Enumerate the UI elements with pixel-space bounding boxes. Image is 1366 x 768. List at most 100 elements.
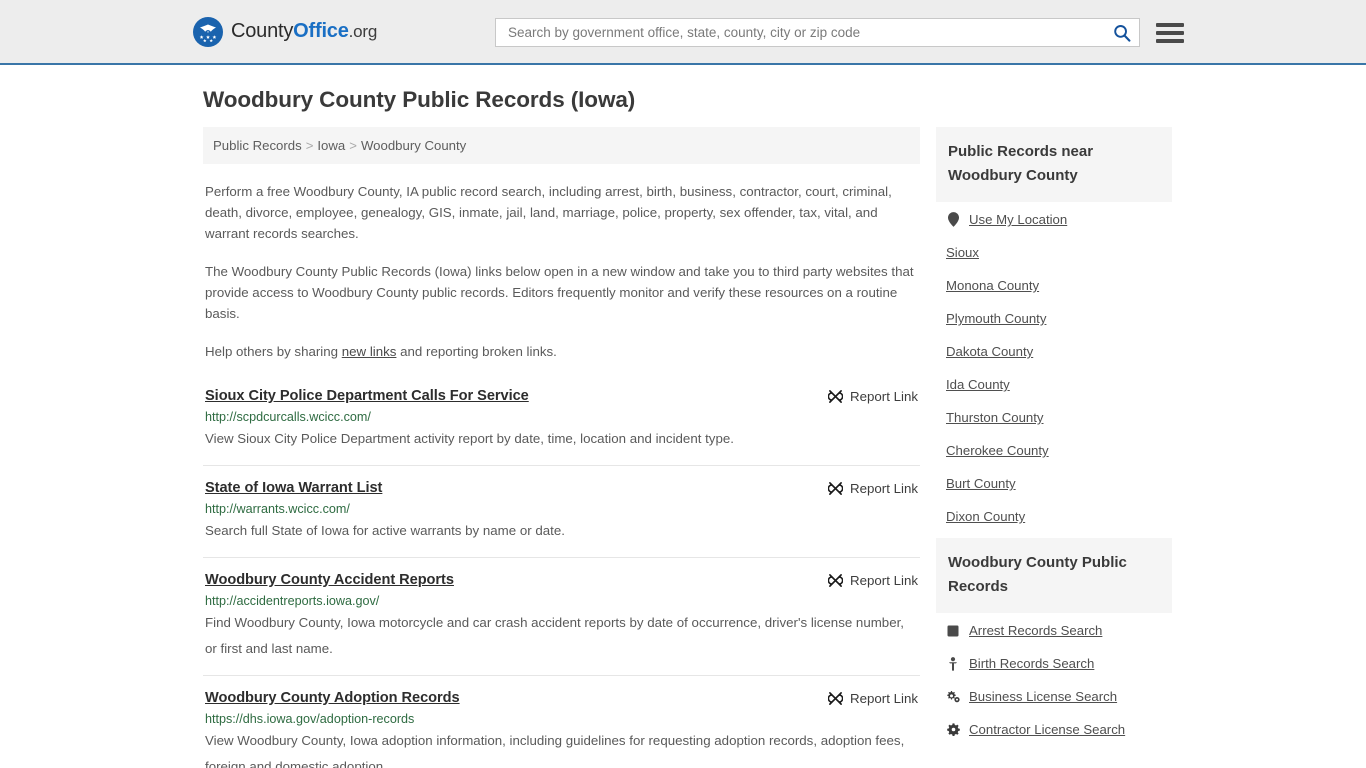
sidebar-item-monona-county[interactable]: Monona County <box>946 268 1172 301</box>
result-header: Woodbury County Adoption Records Report … <box>205 690 918 706</box>
sidebar-link-label[interactable]: Burt County <box>946 476 1016 491</box>
intro-text: Perform a free Woodbury County, IA publi… <box>203 181 920 362</box>
sidebar-link-label[interactable]: Dixon County <box>946 509 1025 524</box>
sidebar-item-plymouth-county[interactable]: Plymouth County <box>946 301 1172 334</box>
sidebar-link-label[interactable]: Dakota County <box>946 344 1033 359</box>
breadcrumb-item-public-records[interactable]: Public Records <box>213 138 302 153</box>
result-title-link[interactable]: Woodbury County Accident Reports <box>205 572 454 588</box>
sidebar-item-dakota-county[interactable]: Dakota County <box>946 334 1172 367</box>
eagle-shield-icon <box>193 16 223 47</box>
broken-link-icon <box>828 390 843 403</box>
sidebar-item-sioux[interactable]: Sioux <box>946 235 1172 268</box>
sidebar-link-label[interactable]: Thurston County <box>946 410 1044 425</box>
sidebar-nearby-list: Use My Location Sioux Monona County Plym… <box>936 202 1172 532</box>
search-icon <box>1114 24 1131 42</box>
site-header: CountyOffice.org <box>0 0 1366 65</box>
result-item: Woodbury County Accident Reports Report … <box>203 557 920 675</box>
result-url: https://dhs.iowa.gov/adoption-records <box>205 712 415 726</box>
sidebar-link-label[interactable]: Arrest Records Search <box>969 623 1102 638</box>
result-title-link[interactable]: State of Iowa Warrant List <box>205 480 382 496</box>
site-logo-text: CountyOffice.org <box>231 20 377 43</box>
report-link-button[interactable]: Report Link <box>828 480 918 496</box>
sidebar-item-thurston-county[interactable]: Thurston County <box>946 400 1172 433</box>
fingerprint-card-icon <box>946 625 960 637</box>
logo-word-org: .org <box>348 22 378 41</box>
result-header: State of Iowa Warrant List Report Link <box>205 480 918 496</box>
results-list: Sioux City Police Department Calls For S… <box>203 378 920 768</box>
intro-paragraph-1: Perform a free Woodbury County, IA publi… <box>205 184 892 241</box>
sidebar-link-label[interactable]: Contractor License Search <box>969 722 1125 737</box>
intro-paragraph-2: The Woodbury County Public Records (Iowa… <box>205 264 914 321</box>
page-container: Woodbury County Public Records (Iowa) Pu… <box>0 87 1366 768</box>
result-url: http://warrants.wcicc.com/ <box>205 502 350 516</box>
result-item: Woodbury County Adoption Records Report … <box>203 675 920 768</box>
gears-icon <box>946 690 960 703</box>
report-link-label: Report Link <box>850 691 918 706</box>
breadcrumb: Public Records > Iowa > Woodbury County <box>203 127 920 164</box>
sidebar-link-label[interactable]: Cherokee County <box>946 443 1049 458</box>
result-header: Sioux City Police Department Calls For S… <box>205 388 918 404</box>
hamburger-bar <box>1156 38 1184 43</box>
sidebar-item-contractor-license-search[interactable]: Contractor License Search <box>946 712 1172 745</box>
breadcrumb-item-woodbury-county[interactable]: Woodbury County <box>361 138 466 153</box>
sidebar-records-heading: Woodbury County Public Records <box>936 538 1172 613</box>
sidebar-item-burt-county[interactable]: Burt County <box>946 466 1172 499</box>
search-box[interactable] <box>495 18 1140 47</box>
content-layout: Public Records > Iowa > Woodbury County Perf… <box>203 127 1176 768</box>
sidebar-link-label[interactable]: Plymouth County <box>946 311 1046 326</box>
sidebar-link-label[interactable]: Business License Search <box>969 689 1117 704</box>
result-url: http://accidentreports.iowa.gov/ <box>205 594 380 608</box>
site-logo[interactable]: CountyOffice.org <box>192 16 377 48</box>
logo-word-office: Office <box>293 20 349 42</box>
sidebar-item-cherokee-county[interactable]: Cherokee County <box>946 433 1172 466</box>
report-link-button[interactable]: Report Link <box>828 690 918 706</box>
search-button[interactable] <box>1111 22 1133 44</box>
sidebar-panel-records: Woodbury County Public Records Arrest Re… <box>936 538 1172 745</box>
sidebar-item-use-my-location[interactable]: Use My Location <box>946 202 1172 235</box>
hamburger-bar <box>1156 22 1184 27</box>
sidebar-item-dixon-county[interactable]: Dixon County <box>946 499 1172 532</box>
sidebar-panel-nearby: Public Records near Woodbury County Use … <box>936 127 1172 532</box>
sidebar-item-business-license-search[interactable]: Business License Search <box>946 679 1172 712</box>
hamburger-menu-icon[interactable] <box>1156 22 1184 43</box>
header-search-area <box>495 18 1184 47</box>
intro-p3-before: Help others by sharing <box>205 344 342 359</box>
report-link-label: Report Link <box>850 573 918 588</box>
result-description: Search full State of Iowa for active war… <box>205 523 565 538</box>
result-description: View Sioux City Police Department activi… <box>205 431 734 446</box>
new-links-link[interactable]: new links <box>342 344 397 359</box>
report-link-button[interactable]: Report Link <box>828 572 918 588</box>
sidebar-link-label[interactable]: Monona County <box>946 278 1039 293</box>
result-title-link[interactable]: Sioux City Police Department Calls For S… <box>205 388 529 404</box>
breadcrumb-separator: > <box>349 138 357 153</box>
sidebar-link-label[interactable]: Sioux <box>946 245 979 260</box>
hamburger-bar <box>1156 30 1184 35</box>
result-header: Woodbury County Accident Reports Report … <box>205 572 918 588</box>
map-pin-icon <box>946 212 960 227</box>
breadcrumb-item-iowa[interactable]: Iowa <box>317 138 345 153</box>
sidebar-link-label[interactable]: Ida County <box>946 377 1010 392</box>
sidebar-records-list: Arrest Records Search Birth Records Sear… <box>936 613 1172 745</box>
report-link-button[interactable]: Report Link <box>828 388 918 404</box>
gear-icon <box>946 723 960 736</box>
broken-link-icon <box>828 482 843 495</box>
sidebar-item-birth-records-search[interactable]: Birth Records Search <box>946 646 1172 679</box>
sidebar-item-ida-county[interactable]: Ida County <box>946 367 1172 400</box>
page-title: Woodbury County Public Records (Iowa) <box>203 87 636 112</box>
broken-link-icon <box>828 574 843 587</box>
sidebar-nearby-heading: Public Records near Woodbury County <box>936 127 1172 202</box>
result-url: http://scpdcurcalls.wcicc.com/ <box>205 410 371 424</box>
result-description: Find Woodbury County, Iowa motorcycle an… <box>205 615 904 656</box>
result-item: State of Iowa Warrant List Report Link h… <box>203 465 920 557</box>
result-title-link[interactable]: Woodbury County Adoption Records <box>205 690 460 706</box>
sidebar: Public Records near Woodbury County Use … <box>936 127 1172 751</box>
result-description: View Woodbury County, Iowa adoption info… <box>205 733 905 768</box>
sidebar-item-arrest-records-search[interactable]: Arrest Records Search <box>946 613 1172 646</box>
search-input[interactable] <box>506 24 1111 41</box>
sidebar-link-label[interactable]: Use My Location <box>969 212 1067 227</box>
report-link-label: Report Link <box>850 389 918 404</box>
logo-word-county: County <box>231 20 294 42</box>
sidebar-link-label[interactable]: Birth Records Search <box>969 656 1094 671</box>
result-item: Sioux City Police Department Calls For S… <box>203 378 920 465</box>
intro-paragraph-3: Help others by sharing new links and rep… <box>205 341 918 362</box>
